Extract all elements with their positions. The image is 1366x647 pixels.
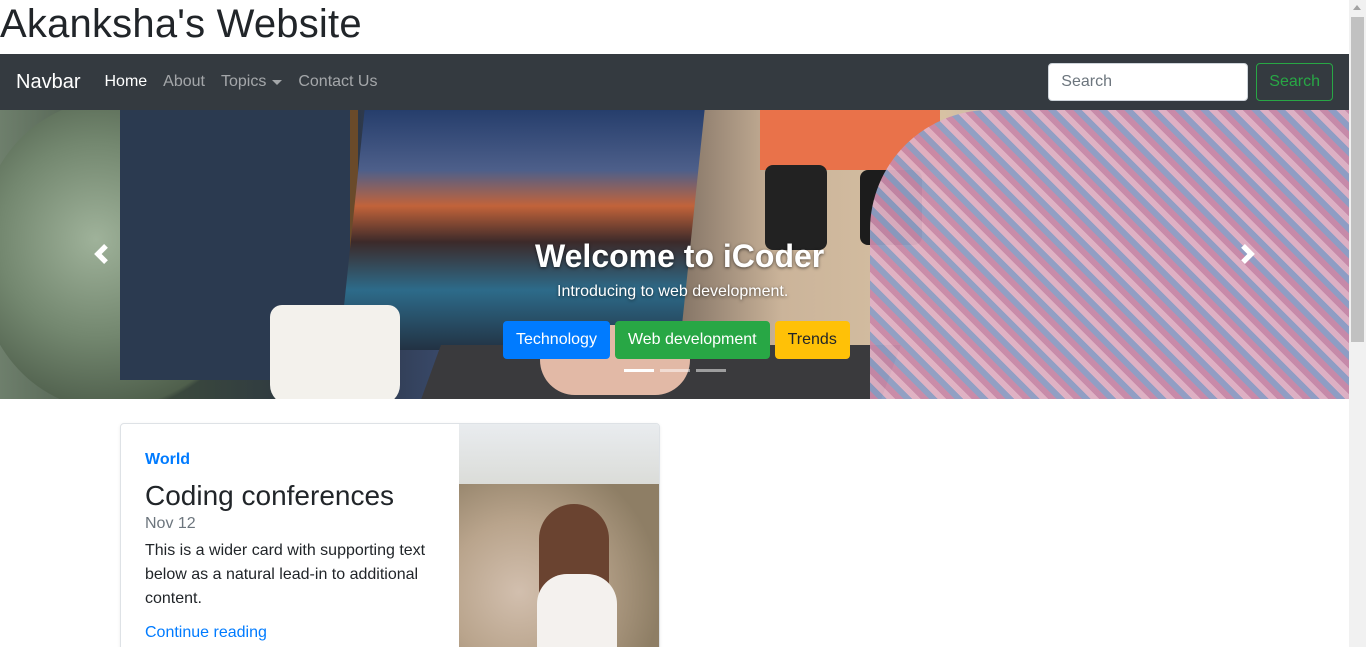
web-development-button[interactable]: Web development [614,321,770,359]
carousel-indicator-2[interactable] [660,369,690,372]
continue-reading-link[interactable]: Continue reading [145,624,435,642]
card-image-dress [537,574,617,647]
card-category: World [145,451,191,468]
nav-link-about-label: About [163,73,205,90]
nav-link-about[interactable]: About [163,73,205,91]
technology-button[interactable]: Technology [503,321,610,359]
nav-link-home[interactable]: Home [104,73,147,91]
carousel-indicators [624,369,732,372]
carousel-buttons: Technology Web development Trends [503,321,855,359]
carousel-indicator-3[interactable] [696,369,726,372]
chevron-left-icon [94,244,108,264]
card-text: This is a wider card with supporting tex… [145,542,426,607]
nav-link-contact-label: Contact Us [298,73,378,90]
navbar: Navbar Home About Topics Contact Us Sear… [0,54,1349,110]
search-form: Search [1048,63,1333,101]
nav-dropdown-topics[interactable]: Topics [220,73,283,91]
card-date: Nov 12 [145,515,196,532]
hero-carousel: Welcome to iCoder Introducing to web dev… [0,110,1349,399]
carousel-prev-button[interactable] [91,242,111,266]
nav-dropdown-topics-label: Topics [220,73,267,90]
search-input[interactable] [1048,63,1249,101]
navbar-brand[interactable]: Navbar [16,71,80,94]
carousel-next-button[interactable] [1238,242,1258,266]
search-button[interactable]: Search [1256,63,1333,101]
carousel-indicator-1[interactable] [624,369,654,372]
carousel-caption: Welcome to iCoder [535,236,824,276]
nav-link-home-label: Home [104,73,148,90]
scrollbar-thumb[interactable] [1351,17,1364,342]
article-card: World Coding conferences Nov 12 This is … [120,423,660,647]
carousel-title: Welcome to iCoder [535,238,825,274]
scroll-up-icon[interactable] [1353,5,1361,10]
card-title: Coding conferences [145,480,395,511]
trends-button[interactable]: Trends [774,321,850,359]
page: Akanksha's Website Navbar Home About Top… [0,0,1366,647]
page-scrollbar[interactable] [1349,0,1366,647]
chevron-right-icon [1241,244,1255,264]
nav-link-contact[interactable]: Contact Us [298,73,377,91]
caret-down-icon [272,79,283,85]
carousel-subtitle: Introducing to web development. [557,283,789,300]
card-body: World Coding conferences Nov 12 This is … [145,448,435,642]
photo-shirt [870,110,1349,399]
photo-mug [270,305,400,399]
site-title: Akanksha's Website [0,2,362,46]
card-image [459,424,659,647]
